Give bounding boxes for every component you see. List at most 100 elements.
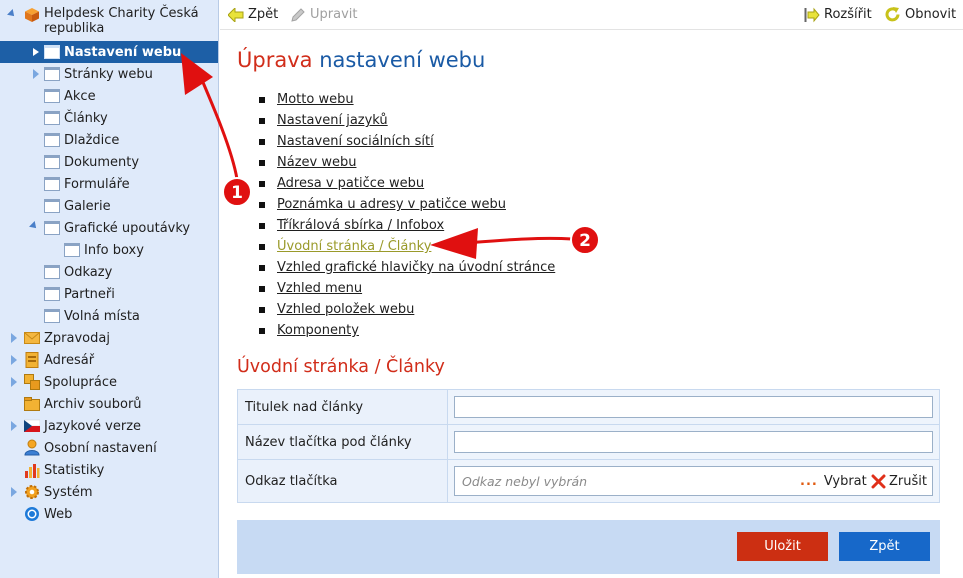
tree-item-label: Archiv souborů: [44, 396, 142, 412]
link-nastaveni-jazyku[interactable]: Nastavení jazyků: [277, 113, 388, 128]
expand-icon: [804, 7, 820, 22]
link-vzhled-menu[interactable]: Vzhled menu: [277, 281, 362, 296]
tree-item-galerie[interactable]: Galerie: [0, 195, 218, 217]
expand-arrow-icon[interactable]: [11, 377, 17, 387]
envelope-icon: [24, 332, 40, 344]
page-icon: [44, 45, 60, 59]
link-uvodni-stranka-clanky[interactable]: Úvodní stránka / Články: [277, 239, 431, 254]
tree-root-label-line2: republika: [44, 21, 105, 36]
field-cell: [447, 424, 940, 460]
save-button[interactable]: Uložit: [737, 532, 828, 561]
expand-arrow-icon[interactable]: [33, 69, 39, 79]
tree-item-web[interactable]: Web: [0, 503, 218, 525]
back-button[interactable]: Zpět: [839, 532, 930, 561]
czech-flag-icon: [24, 419, 40, 432]
toolbar-refresh-button[interactable]: Obnovit: [884, 0, 956, 30]
tree-root-label-line1: Helpdesk Charity Česká: [44, 6, 199, 21]
page-title-part1: Úprava: [237, 48, 313, 72]
collapse-arrow-icon[interactable]: [29, 221, 39, 231]
tree-item-jazykove-verze[interactable]: Jazykové verze: [0, 415, 218, 437]
page-icon: [44, 89, 60, 103]
expand-arrow-icon[interactable]: [7, 9, 17, 19]
settings-form: Titulek nad články Název tlačítka pod čl…: [237, 389, 940, 503]
link-vzhled-polozek-webu[interactable]: Vzhled položek webu: [277, 302, 414, 317]
toolbar-back-button[interactable]: Zpět: [228, 0, 278, 30]
list-item: Vzhled položek webu: [259, 299, 555, 320]
nazev-tlacitka-input[interactable]: [454, 431, 933, 453]
tree-item-nastaveni-webu[interactable]: Nastavení webu: [0, 41, 218, 63]
tree-item-label: Systém: [44, 484, 93, 500]
expand-arrow-icon[interactable]: [11, 355, 17, 365]
toolbar-refresh-label: Obnovit: [905, 7, 957, 22]
tree-item-label: Statistiky: [44, 462, 105, 478]
tree-item-archiv-souboru[interactable]: Archiv souborů: [0, 393, 218, 415]
tree-item-osobni-nastaveni[interactable]: Osobní nastavení: [0, 437, 218, 459]
tree-item-stranky-webu[interactable]: Stránky webu: [0, 63, 218, 85]
link-poznamka-u-adresy[interactable]: Poznámka u adresy v patičce webu: [277, 197, 506, 212]
expand-arrow-icon[interactable]: [11, 487, 17, 497]
page-icon: [44, 111, 60, 125]
field-cell: [447, 389, 940, 425]
tree-item-label: Dlaždice: [64, 132, 120, 148]
link-motto-webu[interactable]: Motto webu: [277, 92, 354, 107]
tree-item-info-boxy[interactable]: Info boxy: [0, 239, 218, 261]
main-content: Úprava nastavení webu Motto webu Nastave…: [220, 31, 963, 578]
tree-item-akce[interactable]: Akce: [0, 85, 218, 107]
list-item: Motto webu: [259, 89, 555, 110]
tree-item-system[interactable]: Systém: [0, 481, 218, 503]
tree-item-label: Články: [64, 110, 108, 126]
select-link-button[interactable]: ... Vybrat: [800, 474, 867, 489]
link-adresa-v-paticce[interactable]: Adresa v patičce webu: [277, 176, 424, 191]
tree-item-volna-mista[interactable]: Volná místa: [0, 305, 218, 327]
page-title-part2: nastavení webu: [319, 48, 486, 72]
dots-icon: ...: [800, 473, 818, 489]
tree-item-label: Stránky webu: [64, 66, 153, 82]
titulek-nad-clanky-input[interactable]: [454, 396, 933, 418]
tree-item-odkazy[interactable]: Odkazy: [0, 261, 218, 283]
pencil-icon: [291, 7, 305, 22]
tree-item-spoluprace[interactable]: Spolupráce: [0, 371, 218, 393]
tree-item-dokumenty[interactable]: Dokumenty: [0, 151, 218, 173]
tree-item-adresar[interactable]: Adresář: [0, 349, 218, 371]
toolbar-edit-button[interactable]: Upravit: [290, 0, 357, 30]
tree-item-label: Info boxy: [84, 242, 144, 258]
tree-item-formulare[interactable]: Formuláře: [0, 173, 218, 195]
page-icon: [44, 67, 60, 81]
odkaz-tlacitka-picker[interactable]: Odkaz nebyl vybrán ... Vybrat Zrušit: [454, 466, 933, 496]
select-link-label: Vybrat: [823, 473, 867, 489]
tree-item-label: Partneři: [64, 286, 115, 302]
expand-arrow-icon[interactable]: [11, 421, 17, 431]
tree-item-label: Galerie: [64, 198, 111, 214]
toolbar-back-label: Zpět: [248, 7, 279, 22]
link-nastaveni-socialnich-siti[interactable]: Nastavení sociálních sítí: [277, 134, 434, 149]
tree-item-label: Zpravodaj: [44, 330, 110, 346]
tree-item-graficke-upoutavky[interactable]: Grafické upoutávky: [0, 217, 218, 239]
tree-item-label: Spolupráce: [44, 374, 118, 390]
form-row: Odkaz tlačítka Odkaz nebyl vybrán ... Vy…: [237, 459, 940, 503]
link-nazev-webu[interactable]: Název webu: [277, 155, 356, 170]
tree-item-partneri[interactable]: Partneři: [0, 283, 218, 305]
tree-root[interactable]: Helpdesk Charity Česká republika: [0, 4, 218, 38]
link-komponenty[interactable]: Komponenty: [277, 323, 359, 338]
clear-link-button[interactable]: Zrušit: [871, 474, 927, 489]
tree-item-clanky[interactable]: Články: [0, 107, 218, 129]
page-icon: [44, 199, 60, 213]
tree-item-zpravodaj[interactable]: Zpravodaj: [0, 327, 218, 349]
list-item: Tříkrálová sbírka / Infobox: [259, 215, 555, 236]
settings-link-list: Motto webu Nastavení jazyků Nastavení so…: [259, 89, 555, 341]
link-picker-placeholder: Odkaz nebyl vybrán: [462, 473, 588, 489]
tree-item-dlazdice[interactable]: Dlaždice: [0, 129, 218, 151]
tree-item-label: Osobní nastavení: [44, 440, 157, 456]
toolbar-expand-button[interactable]: Rozšířit: [804, 0, 872, 30]
user-icon: [24, 439, 40, 456]
tree-item-statistiky[interactable]: Statistiky: [0, 459, 218, 481]
list-item: Adresa v patičce webu: [259, 173, 555, 194]
tree-item-label: Adresář: [44, 352, 95, 368]
page-icon: [44, 265, 60, 279]
expand-arrow-icon[interactable]: [11, 333, 17, 343]
link-trikralova-sbirka[interactable]: Tříkrálová sbírka / Infobox: [277, 218, 444, 233]
link-vzhled-graficke-hlavicky[interactable]: Vzhled grafické hlavičky na úvodní strán…: [277, 260, 555, 275]
toolbar-expand-label: Rozšířit: [824, 7, 872, 22]
expand-arrow-icon[interactable]: [33, 48, 39, 56]
tree-item-label: Akce: [64, 88, 96, 104]
